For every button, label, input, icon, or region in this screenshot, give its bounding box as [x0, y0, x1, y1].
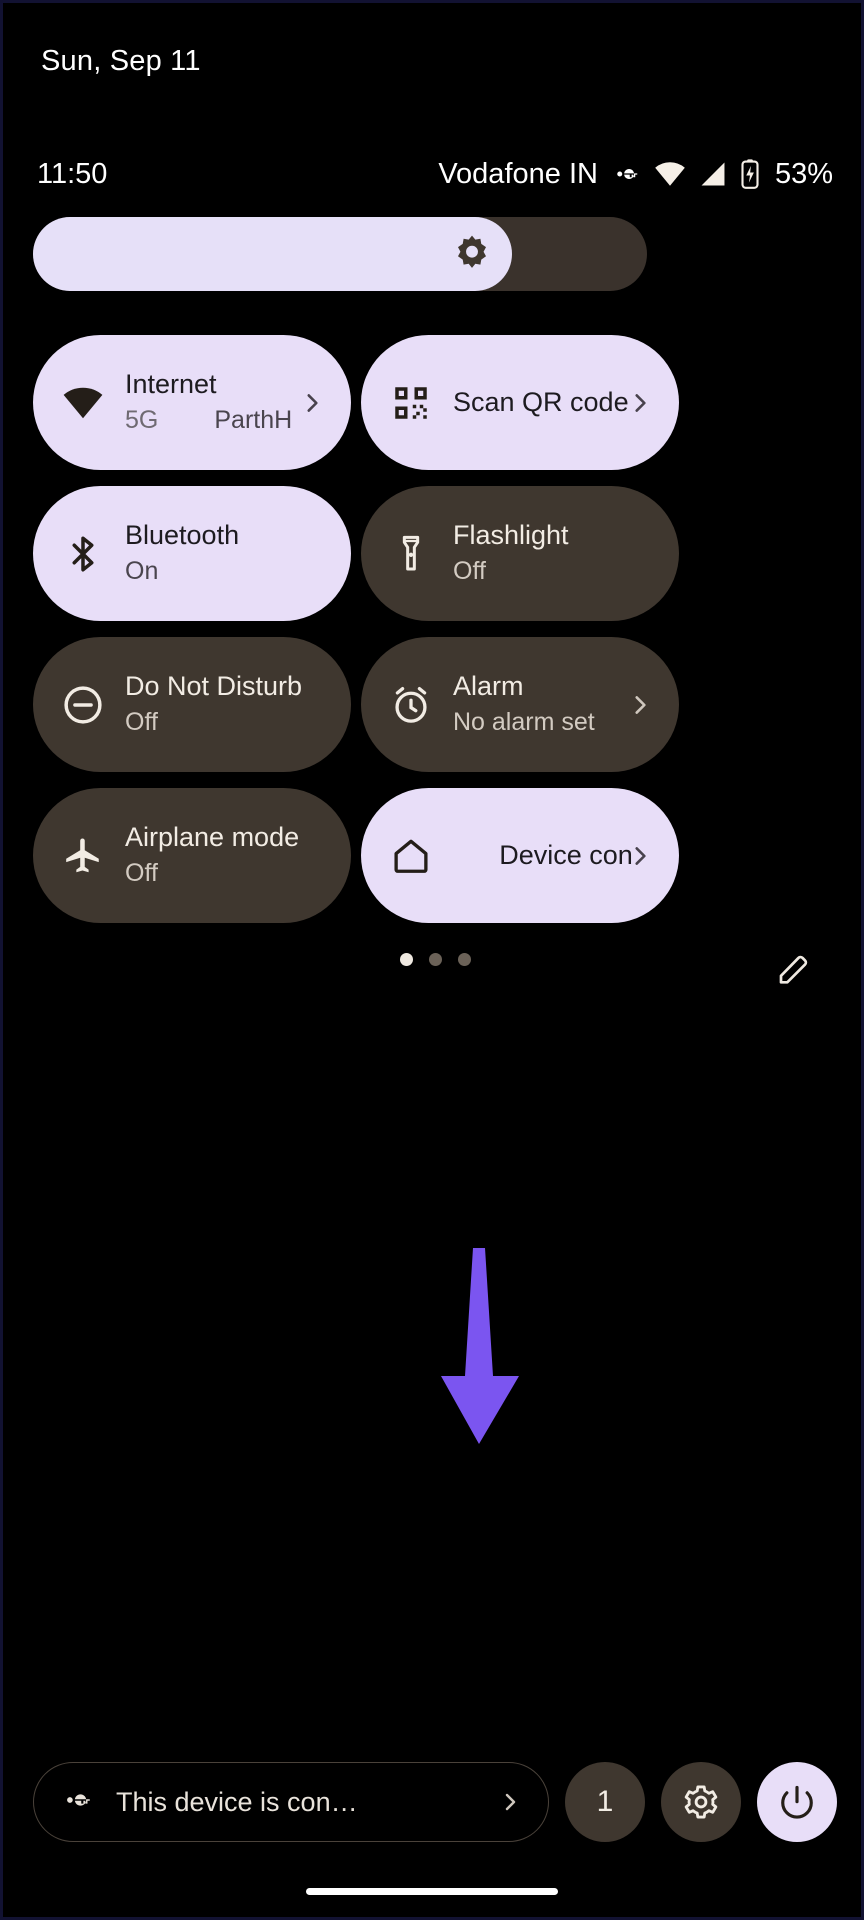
brightness-slider[interactable]	[33, 217, 647, 291]
tile-title: Internet	[125, 369, 217, 400]
tile-flashlight[interactable]: Flashlight Off	[361, 486, 679, 621]
tile-title: Airplane mode	[125, 822, 300, 853]
page-dot-3[interactable]	[457, 953, 471, 966]
page-dot-1[interactable]	[399, 953, 413, 966]
internet-ssid: ParthH	[214, 406, 293, 435]
tile-subtitle: Off	[453, 557, 486, 586]
cell-signal-icon	[699, 161, 727, 187]
notification-count-label: 1	[596, 1785, 614, 1818]
tile-title: Scan QR code	[453, 386, 629, 417]
battery-charging-icon	[740, 159, 760, 189]
chevron-right-icon[interactable]	[627, 390, 653, 416]
carrier-label: Vodafone IN	[438, 157, 598, 190]
notification-count-button[interactable]: 1	[565, 1762, 645, 1842]
tile-title: Device con	[499, 839, 633, 870]
vpn-status-chip[interactable]: This device is con…	[33, 1762, 549, 1842]
status-bar: 11:50 Vodafone IN 53%	[3, 151, 861, 197]
tile-airplane-mode[interactable]: Airplane mode Off	[33, 788, 351, 923]
tile-internet[interactable]: Internet 5G ParthH	[33, 335, 351, 470]
vpn-key-icon	[611, 159, 641, 189]
quick-settings-footer: This device is con… 1	[3, 1759, 861, 1845]
settings-button[interactable]	[661, 1762, 741, 1842]
tile-do-not-disturb[interactable]: Do Not Disturb Off	[33, 637, 351, 772]
tile-title: Do Not Disturb	[125, 671, 303, 702]
tile-alarm[interactable]: Alarm No alarm set	[361, 637, 679, 772]
wifi-icon	[59, 379, 107, 427]
brightness-icon	[451, 233, 493, 275]
pencil-icon	[779, 955, 808, 984]
battery-percent-label: 53%	[774, 157, 833, 190]
gesture-navigation-bar[interactable]	[306, 1888, 558, 1895]
flashlight-icon	[387, 530, 435, 578]
internet-network-type: 5G	[125, 406, 159, 435]
chevron-right-icon[interactable]	[498, 1790, 522, 1814]
date-label: Sun, Sep 11	[41, 45, 201, 77]
status-bar-icons: Vodafone IN 53%	[438, 158, 833, 191]
vpn-key-icon	[60, 1783, 94, 1822]
tile-bluetooth[interactable]: Bluetooth On	[33, 486, 351, 621]
dnd-icon	[59, 681, 107, 729]
chevron-right-icon[interactable]	[299, 390, 325, 416]
power-button[interactable]	[757, 1762, 837, 1842]
qr-code-icon	[387, 379, 435, 427]
annotation-arrow	[433, 1248, 543, 1448]
tile-subtitle: Off	[125, 859, 158, 888]
tile-title: Alarm	[453, 671, 524, 702]
page-dot-2[interactable]	[428, 953, 442, 966]
quick-settings-panel: Sun, Sep 11 11:50 Vodafone IN 53% Intern…	[0, 0, 864, 1920]
tile-subtitle: Off	[125, 708, 158, 737]
gear-icon	[684, 1785, 718, 1819]
edit-tiles-button[interactable]	[771, 948, 815, 992]
chevron-right-icon[interactable]	[627, 692, 653, 718]
tile-subtitle: 5G ParthH	[125, 404, 292, 437]
status-clock: 11:50	[37, 157, 108, 190]
wifi-icon	[654, 161, 686, 187]
brightness-slider-fill	[33, 217, 512, 291]
tile-subtitle: On	[125, 557, 159, 586]
tile-device-controls[interactable]: Device con	[361, 788, 679, 923]
tile-scan-qr-code[interactable]: Scan QR code	[361, 335, 679, 470]
tile-title: Flashlight	[453, 520, 569, 551]
airplane-icon	[59, 832, 107, 880]
bluetooth-icon	[59, 530, 107, 578]
alarm-icon	[387, 681, 435, 729]
home-icon	[387, 832, 435, 880]
tile-title: Bluetooth	[125, 520, 240, 551]
chevron-right-icon[interactable]	[627, 843, 653, 869]
page-indicator	[3, 953, 861, 966]
tile-subtitle: No alarm set	[453, 708, 595, 737]
power-icon	[781, 1785, 813, 1819]
quick-settings-tiles: Internet 5G ParthH Scan QR code Bluetoot…	[33, 335, 679, 923]
vpn-status-label: This device is con…	[116, 1786, 358, 1817]
